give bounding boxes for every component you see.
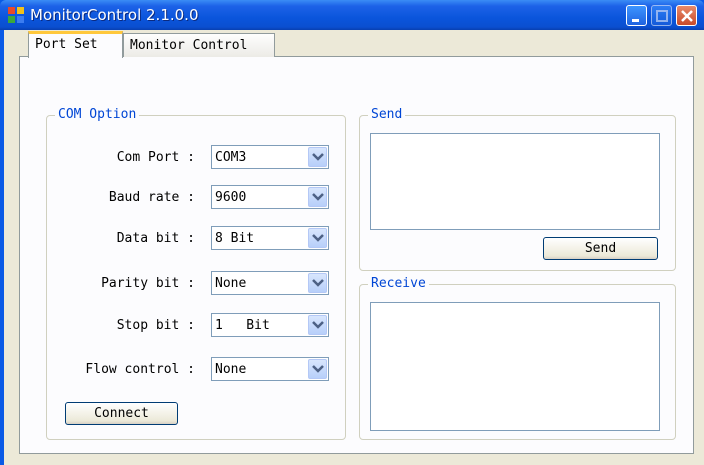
chevron-down-icon [312,153,324,161]
flow-control-select[interactable]: None [211,357,329,381]
window-title: MonitorControl 2.1.0.0 [30,6,199,24]
selected-value: None [215,276,247,291]
close-button[interactable] [676,5,697,26]
dropdown-button[interactable] [308,315,327,335]
receive-textbox[interactable] [370,302,660,431]
tab-monitor-control[interactable]: Monitor Control [123,33,275,57]
dropdown-button[interactable] [308,228,327,248]
chevron-down-icon [312,193,324,201]
selected-value: 1 Bit [215,318,270,333]
chevron-down-icon [312,321,324,329]
minimize-button[interactable] [626,5,647,26]
tab-port-set[interactable]: Port Set [28,31,123,58]
baud-rate-label: Baud rate : [108,190,195,205]
baud-rate-select[interactable]: 9600 [211,185,329,209]
data-bit-label: Data bit : [116,231,195,246]
dropdown-button[interactable] [308,147,327,167]
title-bar[interactable]: MonitorControl 2.1.0.0 [0,0,704,30]
data-bit-select[interactable]: 8 Bit [211,226,329,250]
parity-bit-label: Parity bit : [101,276,195,291]
selected-value: 8 Bit [215,231,255,246]
app-icon [8,7,24,23]
chevron-down-icon [312,234,324,242]
group-title: Send [368,107,406,122]
group-title: Receive [368,276,429,291]
app-window: MonitorControl 2.1.0.0 Port Set Monitor … [0,0,704,465]
send-button[interactable]: Send [543,237,658,260]
maximize-button[interactable] [651,5,672,26]
com-port-select[interactable]: COM3 [211,145,329,169]
connect-button[interactable]: Connect [65,402,178,425]
com-port-label: Com Port : [116,150,195,165]
selected-value: 9600 [215,190,247,205]
dropdown-button[interactable] [308,359,327,379]
dropdown-button[interactable] [308,187,327,207]
close-icon [681,10,693,22]
chevron-down-icon [312,279,324,287]
flow-control-label: Flow control : [85,362,195,377]
maximize-icon [656,10,668,22]
parity-bit-select[interactable]: None [211,271,329,295]
selected-value: None [215,362,247,377]
stop-bit-label: Stop bit : [116,318,195,333]
selected-value: COM3 [215,150,247,165]
dropdown-button[interactable] [308,273,327,293]
stop-bit-select[interactable]: 1 Bit [211,313,329,337]
send-textbox[interactable] [370,133,660,230]
tab-label: Port Set [35,37,98,52]
minimize-icon [632,19,639,22]
tab-label: Monitor Control [130,38,248,53]
chevron-down-icon [312,365,324,373]
group-title: COM Option [55,107,140,122]
